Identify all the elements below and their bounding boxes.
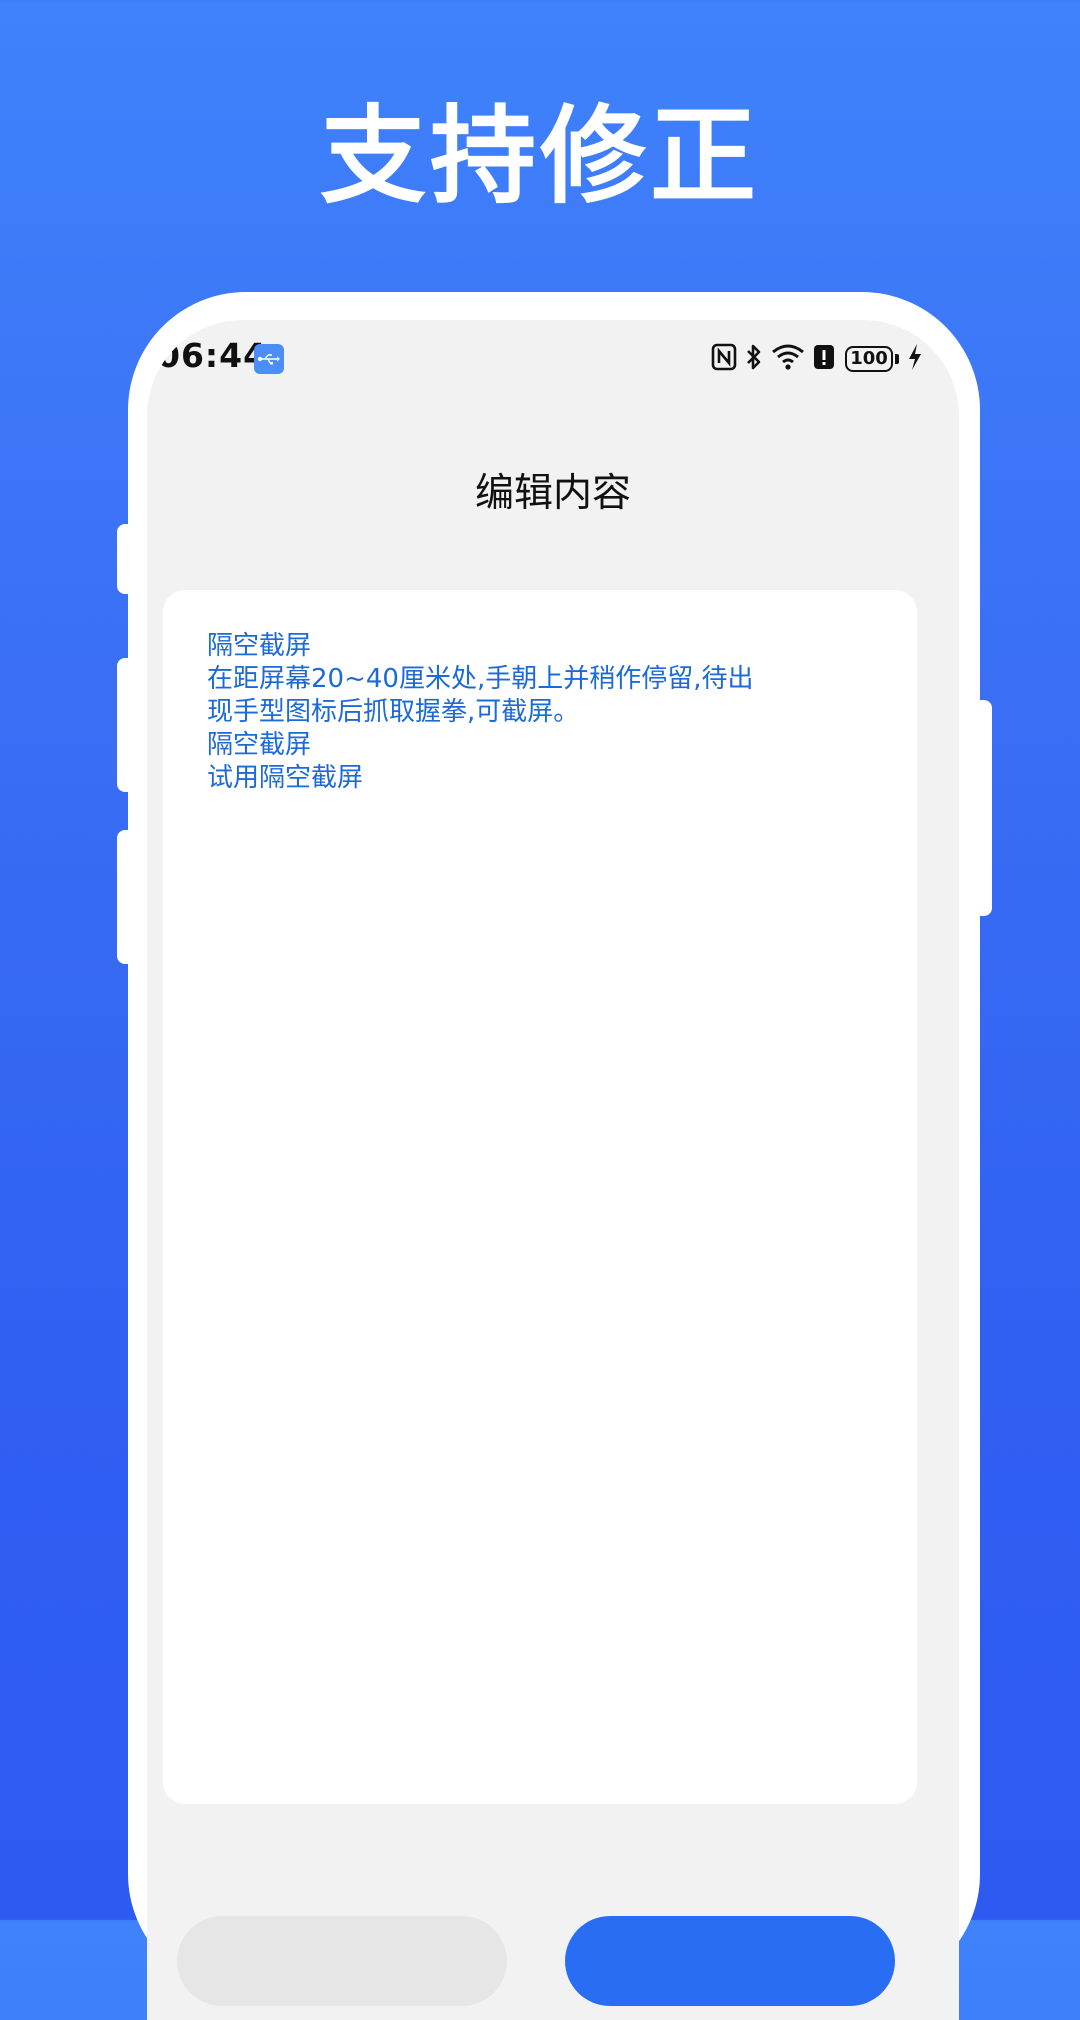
bluetooth-icon [745, 343, 763, 375]
phone-screen: 06:44 100 编辑内容 隔空截屏 在距屏幕20~40厘米处,手朝上并稍作停… [147, 320, 959, 2020]
charging-icon [907, 343, 923, 375]
editor-line: 试用隔空截屏 [207, 763, 364, 793]
battery-icon: 100 [845, 346, 893, 372]
usb-icon [254, 344, 284, 374]
wifi-icon [771, 343, 805, 375]
editor-line: 现手型图标后抓取握拳,可截屏。 [207, 697, 580, 727]
editor-line: 隔空截屏 [207, 730, 312, 760]
battery-nub [895, 354, 899, 364]
editor-card[interactable]: 隔空截屏 在距屏幕20~40厘米处,手朝上并稍作停留,待出 现手型图标后抓取握拳… [163, 590, 917, 1804]
alert-icon [813, 343, 835, 375]
editor-text-area[interactable]: 隔空截屏 在距屏幕20~40厘米处,手朝上并稍作停留,待出 现手型图标后抓取握拳… [207, 630, 847, 795]
status-icons: 100 [703, 342, 923, 376]
page-title: 编辑内容 [474, 471, 631, 516]
editor-line: 在距屏幕20~40厘米处,手朝上并稍作停留,待出 [207, 664, 754, 694]
secondary-button[interactable] [177, 1916, 507, 2006]
status-time: 06:44 [157, 336, 268, 375]
battery-level: 100 [850, 348, 888, 369]
editor-line: 隔空截屏 [207, 631, 312, 661]
promo-headline: 支持修正 [320, 95, 760, 218]
nfc-icon [711, 343, 737, 375]
primary-button[interactable] [565, 1916, 895, 2006]
